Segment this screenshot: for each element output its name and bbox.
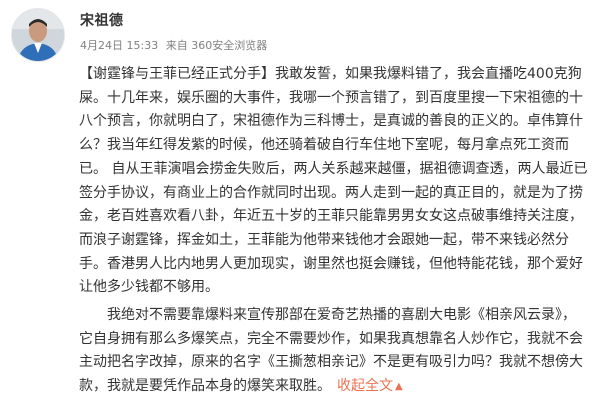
post-paragraph-1: 【谢霆锋与王菲已经正式分手】我敢发誓，如果我爆料错了，我会直播吃400克狗屎。十… [79,63,589,300]
post-date[interactable]: 4月24日 15:33 [80,39,158,52]
topic-tag[interactable]: 【谢霆锋与王菲已经正式分手】 [79,66,275,82]
paragraph-1-text: 我敢发誓，如果我爆料错了，我会直播吃400克狗屎。十几年来，娱乐圈的大事件，我哪… [79,66,588,296]
post-content: 【谢霆锋与王菲已经正式分手】我敢发誓，如果我爆料错了，我会直播吃400克狗屎。十… [79,63,589,399]
collapse-full-text-button[interactable]: 收起全文 ▲ [337,378,403,394]
author-name[interactable]: 宋祖德 [80,10,124,30]
from-label: 来自 [165,39,188,52]
chevron-up-icon: ▲ [395,381,403,393]
paragraph-2-text: 我绝对不需要靠爆料来宣传那部在爱奇艺热播的喜剧大电影《相亲风云录》，它自身拥有那… [79,307,583,395]
post-meta: 4月24日 15:33 来自 360安全浏览器 [80,37,267,53]
collapse-label: 收起全文 [337,378,393,395]
avatar[interactable] [11,8,65,62]
weibo-post: 宋祖德 4月24日 15:33 来自 360安全浏览器 【谢霆锋与王菲已经正式分… [0,0,597,407]
user-avatar-photo-icon [12,9,64,61]
client-source[interactable]: 360安全浏览器 [191,39,267,52]
post-paragraph-2: 我绝对不需要靠爆料来宣传那部在爱奇艺热播的喜剧大电影《相亲风云录》，它自身拥有那… [79,304,589,399]
